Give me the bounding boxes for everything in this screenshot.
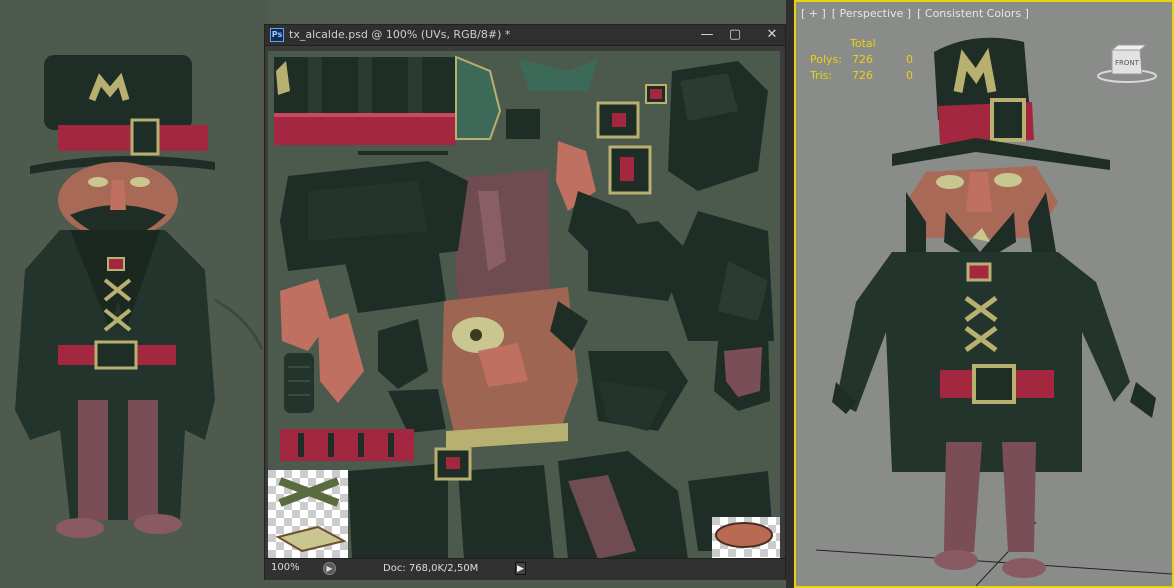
transparent-region-left	[268, 470, 348, 559]
3d-character-model	[815, 37, 1172, 586]
transparent-region-right	[712, 517, 780, 559]
panel-separator	[786, 0, 794, 588]
concept-art-bottom-strip	[266, 580, 786, 588]
photoshop-document-window[interactable]: Ps tx_alcalde.psd @ 100% (UVs, RGB/8#) *…	[264, 24, 786, 580]
minimize-button[interactable]: —	[697, 27, 717, 43]
concept-art-panel	[0, 0, 266, 588]
close-button[interactable]: ✕	[762, 27, 782, 43]
document-statusbar: 100% ▶ Doc: 768,0K/2,50M ▶	[265, 558, 785, 580]
maximize-button[interactable]: ▢	[725, 27, 745, 43]
photoshop-logo-icon: Ps	[270, 28, 284, 42]
zoom-level-field[interactable]: 100%	[271, 562, 300, 573]
character-concept-illustration	[15, 55, 264, 538]
status-info-icon[interactable]: ▶	[323, 562, 336, 575]
status-menu-arrow-button[interactable]: ▶	[515, 562, 526, 575]
uv-texture-layout	[268, 51, 780, 559]
perspective-viewport[interactable]: [ + ][ Perspective ][ Consistent Colors …	[794, 0, 1174, 588]
texture-canvas[interactable]	[268, 51, 780, 559]
document-size-info: Doc: 768,0K/2,50M	[383, 563, 479, 574]
document-titlebar[interactable]: Ps tx_alcalde.psd @ 100% (UVs, RGB/8#) *…	[265, 25, 785, 46]
document-title: tx_alcalde.psd @ 100% (UVs, RGB/8#) *	[289, 28, 511, 41]
